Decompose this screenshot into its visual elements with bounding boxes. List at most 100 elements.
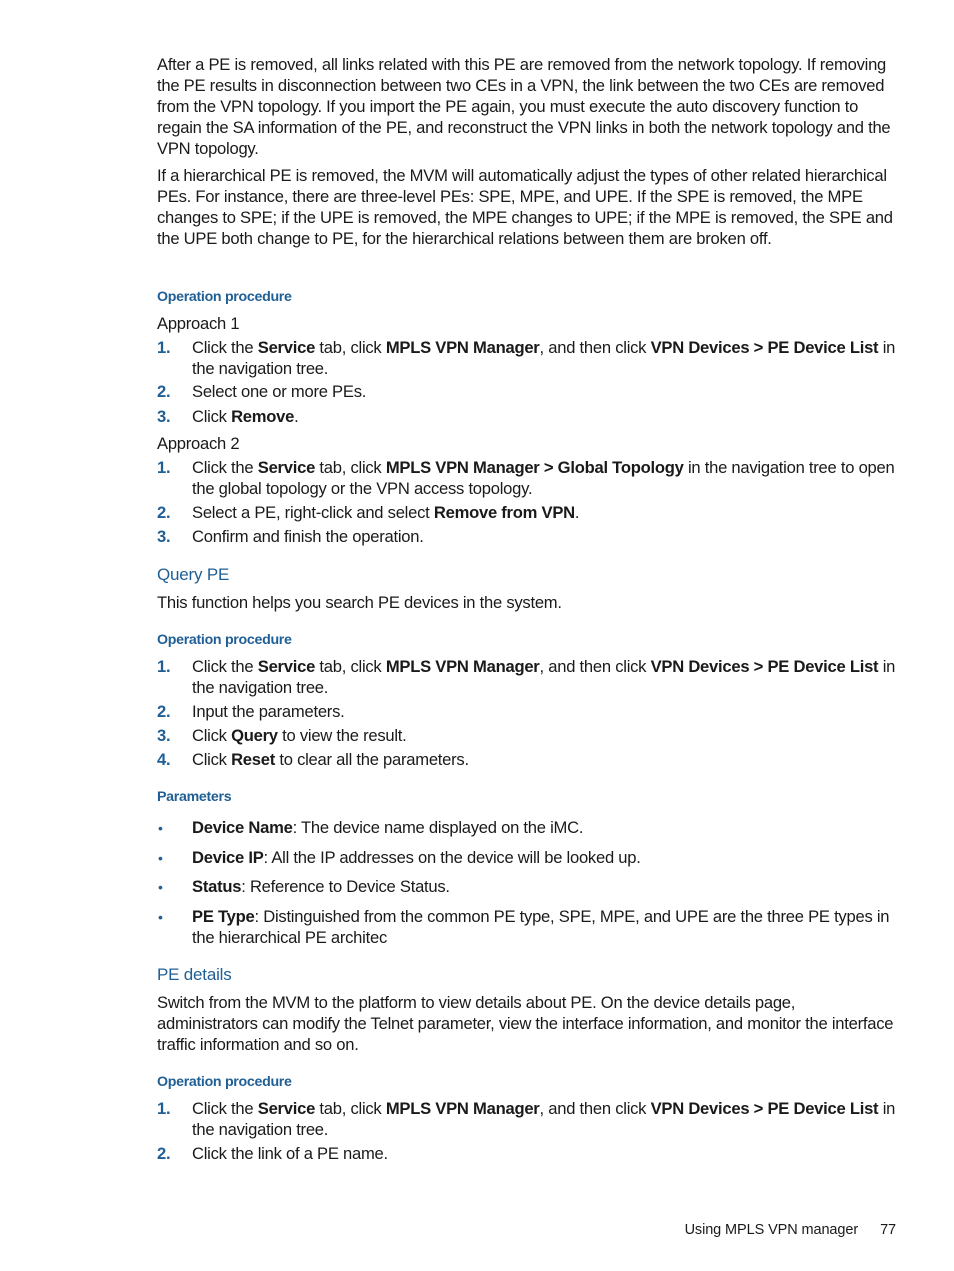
step-number: 3.: [157, 726, 171, 745]
ui-term: MPLS VPN Manager: [385, 657, 540, 676]
approach-2-step: 3. Confirm and finish the operation.: [157, 527, 899, 548]
parameter-body: Device IP: All the IP addresses on the d…: [192, 848, 899, 869]
step-number: 3.: [157, 527, 171, 546]
step-text: , and then click: [539, 1099, 651, 1118]
ui-term: Remove: [231, 407, 295, 426]
approach-1-step: 2. Select one or more PEs.: [157, 382, 899, 403]
parameter-body: Device Name: The device name displayed o…: [192, 818, 899, 839]
details-procedure-heading: Operation procedure: [157, 1074, 292, 1090]
ui-term: Remove from VPN: [433, 503, 575, 522]
ui-term: VPN Devices > PE Device List: [650, 657, 879, 676]
step-text: Click: [192, 726, 232, 745]
step-body: Click the Service tab, click MPLS VPN Ma…: [192, 1099, 899, 1141]
approach-2-step: 2. Select a PE, right-click and select Re…: [157, 503, 899, 524]
query-step: 2. Input the parameters.: [157, 702, 899, 723]
step-number: 3.: [157, 407, 171, 426]
step-number: 2.: [157, 503, 171, 522]
step-text: , and then click: [539, 338, 651, 357]
step-text: Click the: [192, 1099, 258, 1118]
bullet-icon: •: [158, 850, 163, 866]
step-text: : All the IP addresses on the device wil…: [263, 848, 641, 867]
ui-term: MPLS VPN Manager: [385, 1099, 540, 1118]
ui-term: VPN Devices > PE Device List: [650, 338, 879, 357]
query-step: 1. Click the Service tab, click MPLS VPN …: [157, 657, 899, 699]
intro-paragraph-1: After a PE is removed, all links related…: [157, 55, 891, 158]
step-text: Input the parameters.: [192, 702, 345, 721]
parameter-item: • PE Type: Distinguished from the common …: [157, 907, 899, 949]
step-text: , and then click: [539, 657, 651, 676]
footer-section-title: Using MPLS VPN manager: [684, 1222, 859, 1238]
step-body: Click the Service tab, click MPLS VPN Ma…: [192, 458, 899, 500]
ui-term: Service: [257, 1099, 316, 1118]
step-number: 1.: [157, 657, 171, 676]
ui-term: MPLS VPN Manager > Global Topology: [385, 458, 684, 477]
ui-term: Reset: [231, 750, 276, 769]
step-text: tab, click: [315, 458, 386, 477]
step-text: tab, click: [315, 657, 386, 676]
parameter-item: • Device IP: All the IP addresses on the …: [157, 848, 899, 869]
step-text: Select one or more PEs.: [192, 382, 367, 401]
step-body: Select one or more PEs.: [192, 382, 899, 403]
step-number: 2.: [157, 702, 171, 721]
parameter-body: Status: Reference to Device Status.: [192, 877, 899, 898]
pe-details-title: PE details: [157, 965, 232, 984]
step-body: Click Remove.: [192, 407, 899, 428]
parameter-item: • Device Name: The device name displayed …: [157, 818, 899, 839]
step-number: 2.: [157, 382, 171, 401]
step-text: to clear all the parameters.: [275, 750, 469, 769]
step-body: Click Reset to clear all the parameters.: [192, 750, 899, 771]
step-text: : Distinguished from the common PE type,…: [192, 907, 890, 947]
ui-term: Device Name: [192, 818, 293, 837]
query-procedure-heading: Operation procedure: [157, 632, 292, 648]
bullet-icon: •: [158, 879, 163, 895]
step-text: Confirm and finish the operation.: [192, 527, 424, 546]
bullet-icon: •: [158, 820, 163, 836]
step-body: Click the Service tab, click MPLS VPN Ma…: [192, 338, 899, 380]
step-number: 4.: [157, 750, 171, 769]
step-text: Click the: [192, 657, 258, 676]
intro-paragraph-2: If a hierarchical PE is removed, the MVM…: [157, 166, 893, 248]
details-step: 2. Click the link of a PE name.: [157, 1144, 899, 1165]
step-body: Click Query to view the result.: [192, 726, 899, 747]
query-pe-title: Query PE: [157, 565, 230, 584]
page-footer: Using MPLS VPN manager 77: [684, 1222, 897, 1238]
step-text: Click the: [192, 458, 258, 477]
page-number: 77: [880, 1222, 896, 1238]
approach-2-label: Approach 2: [157, 434, 240, 453]
approach-1-step: 1. Click the Service tab, click MPLS VPN …: [157, 338, 899, 380]
ui-term: Device IP: [192, 848, 264, 867]
step-number: 1.: [157, 458, 171, 477]
step-text: tab, click: [315, 1099, 386, 1118]
ui-term: Query: [231, 726, 278, 745]
ui-term: Service: [257, 338, 316, 357]
step-text: : Reference to Device Status.: [241, 877, 450, 896]
step-text: .: [574, 503, 580, 522]
ui-term: Status: [192, 877, 242, 896]
step-text: .: [294, 407, 299, 426]
ui-term: MPLS VPN Manager: [385, 338, 540, 357]
remove-procedure-heading: Operation procedure: [157, 289, 292, 305]
ui-term: Service: [257, 657, 316, 676]
approach-1-label: Approach 1: [157, 314, 240, 333]
step-text: to view the result.: [277, 726, 407, 745]
bullet-icon: •: [158, 909, 163, 925]
step-body: Input the parameters.: [192, 702, 899, 723]
ui-term: Service: [257, 458, 316, 477]
query-step: 4. Click Reset to clear all the parameter…: [157, 750, 899, 771]
ui-term: PE Type: [192, 907, 255, 926]
step-body: Confirm and finish the operation.: [192, 527, 899, 548]
step-text: Click the: [192, 338, 258, 357]
step-text: Click the link of a PE name.: [192, 1144, 388, 1163]
step-body: Click the link of a PE name.: [192, 1144, 899, 1165]
ui-term: VPN Devices > PE Device List: [650, 1099, 879, 1118]
step-text: : The device name displayed on the iMC.: [292, 818, 584, 837]
step-number: 1.: [157, 338, 171, 357]
step-number: 2.: [157, 1144, 171, 1163]
step-text: tab, click: [315, 338, 386, 357]
step-body: Select a PE, right-click and select Remo…: [192, 503, 899, 524]
parameters-heading: Parameters: [157, 789, 232, 805]
step-text: Select a PE, right-click and select: [192, 503, 434, 522]
pe-details-description: Switch from the MVM to the platform to v…: [157, 993, 894, 1054]
step-number: 1.: [157, 1099, 171, 1118]
parameter-item: • Status: Reference to Device Status.: [157, 877, 899, 898]
